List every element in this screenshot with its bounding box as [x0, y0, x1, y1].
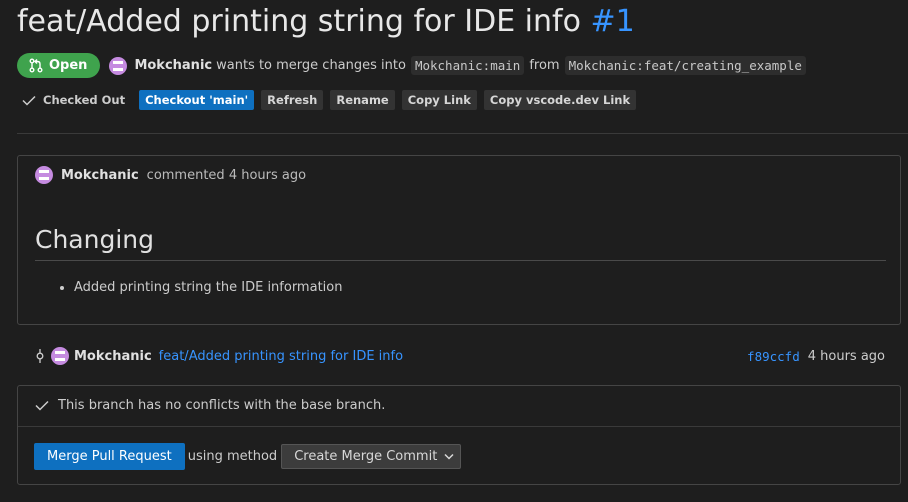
commit-time: 4 hours ago: [807, 348, 885, 364]
list-item: Added printing string the IDE informatio…: [74, 280, 342, 295]
header-divider: [17, 133, 908, 134]
check-icon: [22, 95, 36, 106]
copy-vscode-link-button[interactable]: Copy vscode.dev Link: [483, 90, 637, 110]
target-branch: Mokchanic:main: [410, 56, 525, 75]
avatar: [35, 166, 53, 184]
commit-icon: [36, 349, 44, 363]
checked-out-label: Checked Out: [43, 93, 126, 107]
pr-meta-row: Open Mokchanic wants to merge changes in…: [17, 53, 806, 78]
merge-status: This branch has no conflicts with the ba…: [35, 398, 385, 413]
comment-list: Added printing string the IDE informatio…: [35, 280, 342, 295]
check-icon: [35, 400, 49, 411]
commit-row: Mokchanic feat/Added printing string for…: [34, 346, 885, 366]
merge-method-value: Create Merge Commit: [294, 449, 438, 464]
comment-heading: Changing: [35, 224, 886, 261]
source-branch: Mokchanic:feat/creating_example: [564, 56, 806, 75]
page-title: feat/Added printing string for IDE info …: [17, 2, 635, 42]
checkout-button[interactable]: Checkout 'main': [139, 90, 255, 110]
chevron-down-icon: [444, 453, 454, 460]
merge-divider: [18, 426, 900, 427]
commit-message-link[interactable]: feat/Added printing string for IDE info: [159, 349, 403, 364]
comment-author[interactable]: Mokchanic: [61, 168, 139, 183]
merge-actions: Merge Pull Request using method Create M…: [34, 443, 462, 470]
checked-out-indicator: Checked Out: [22, 93, 125, 107]
commit-left: Mokchanic feat/Added printing string for…: [34, 347, 403, 365]
commit-right: f89ccfd 4 hours ago: [747, 349, 885, 364]
pull-request-icon: [29, 58, 43, 73]
status-badge: Open: [17, 53, 101, 78]
refresh-button[interactable]: Refresh: [261, 90, 324, 110]
comment-header: Mokchanic commented 4 hours ago: [35, 166, 306, 184]
commit-author[interactable]: Mokchanic: [74, 349, 152, 364]
action-toolbar: Checked Out Checkout 'main' Refresh Rena…: [22, 90, 643, 110]
merge-pull-request-button[interactable]: Merge Pull Request: [34, 443, 185, 470]
avatar: [51, 347, 69, 365]
copy-link-button[interactable]: Copy Link: [401, 90, 477, 110]
comment-time: commented 4 hours ago: [146, 167, 307, 183]
comment-card: Mokchanic commented 4 hours ago Changing…: [17, 155, 901, 325]
pr-title-text: feat/Added printing string for IDE info: [17, 4, 581, 39]
merge-text: wants to merge changes into: [216, 58, 406, 73]
merge-method-select[interactable]: Create Merge Commit: [281, 444, 462, 469]
pr-author[interactable]: Mokchanic: [134, 58, 212, 73]
avatar: [109, 56, 128, 75]
commit-sha-link[interactable]: f89ccfd: [747, 349, 800, 364]
merge-method-label: using method: [187, 449, 278, 464]
pull-request-page: feat/Added printing string for IDE info …: [0, 0, 908, 502]
pr-number: #1: [590, 4, 635, 39]
status-badge-label: Open: [49, 58, 88, 73]
merge-card: This branch has no conflicts with the ba…: [17, 385, 901, 485]
from-text: from: [529, 58, 560, 73]
merge-status-text: This branch has no conflicts with the ba…: [58, 398, 386, 413]
rename-button[interactable]: Rename: [330, 90, 395, 110]
